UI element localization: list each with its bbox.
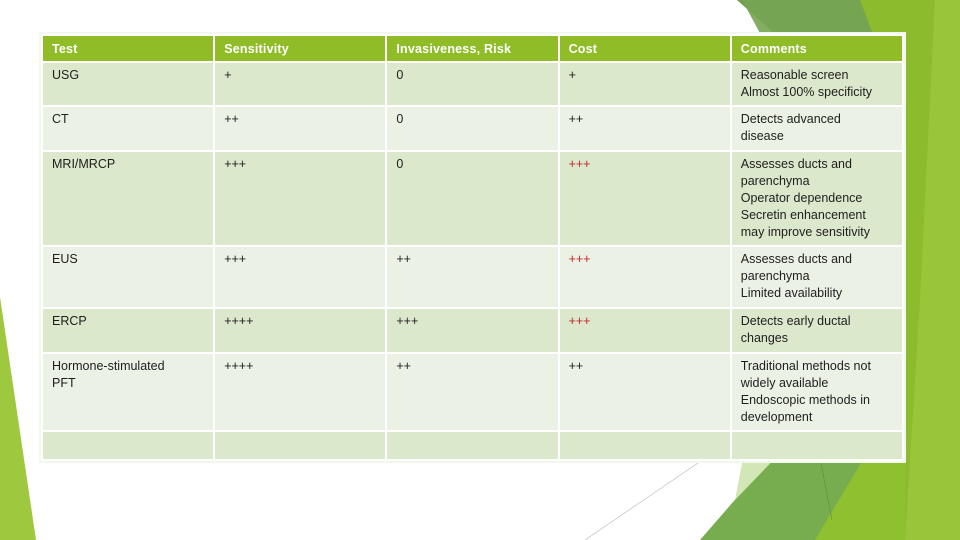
cell-comments: Traditional methods not widely available… — [731, 354, 902, 430]
cell-invasiveness: ++ — [387, 354, 558, 430]
cell-comments: Reasonable screen Almost 100% specificit… — [731, 63, 902, 105]
slide: Test Sensitivity Invasiveness, Risk Cost… — [0, 0, 960, 540]
header-sensitivity: Sensitivity — [215, 36, 386, 61]
cell-sensitivity: +++ — [215, 152, 386, 245]
cell-sensitivity: ++++ — [215, 354, 386, 430]
cell-sensitivity: +++ — [215, 247, 386, 307]
cell-test: USG — [43, 63, 214, 105]
deco-left-triangle — [0, 297, 36, 540]
cell-comments: Detects advanced disease — [731, 107, 902, 150]
cell-invasiveness: +++ — [387, 309, 558, 352]
cell-cost: ++ — [559, 354, 730, 430]
header-comments: Comments — [731, 36, 902, 61]
table-row: EUS +++ ++ +++ Assesses ducts and parenc… — [43, 247, 902, 307]
table-row: MRI/MRCP +++ 0 +++ Assesses ducts and pa… — [43, 152, 902, 245]
cell-comments: Detects early ductal changes — [731, 309, 902, 352]
cell-invasiveness: ++ — [387, 247, 558, 307]
cell-test: Hormone-stimulated PFT — [43, 354, 214, 430]
cell-test: MRI/MRCP — [43, 152, 214, 245]
comparison-table-container: Test Sensitivity Invasiveness, Risk Cost… — [39, 32, 906, 463]
cell-cost-highlighted: +++ — [559, 309, 730, 352]
cell-test: EUS — [43, 247, 214, 307]
cell-test: ERCP — [43, 309, 214, 352]
cell-comments: Assesses ducts and parenchyma Operator d… — [731, 152, 902, 245]
cell-sensitivity — [215, 432, 386, 459]
table-row: ERCP ++++ +++ +++ Detects early ductal c… — [43, 309, 902, 352]
header-cost: Cost — [559, 36, 730, 61]
cell-cost-highlighted: +++ — [559, 247, 730, 307]
cell-invasiveness: 0 — [387, 152, 558, 245]
cell-invasiveness: 0 — [387, 107, 558, 150]
table-row: CT ++ 0 ++ Detects advanced disease — [43, 107, 902, 150]
cell-comments — [731, 432, 902, 459]
header-test: Test — [43, 36, 214, 61]
cell-cost: ++ — [559, 107, 730, 150]
cell-invasiveness: 0 — [387, 63, 558, 105]
cell-sensitivity: ++ — [215, 107, 386, 150]
cell-sensitivity: + — [215, 63, 386, 105]
cell-sensitivity: ++++ — [215, 309, 386, 352]
cell-cost: + — [559, 63, 730, 105]
table-row: Hormone-stimulated PFT ++++ ++ ++ Tradit… — [43, 354, 902, 430]
table-header-row: Test Sensitivity Invasiveness, Risk Cost… — [43, 36, 902, 61]
cell-comments: Assesses ducts and parenchyma Limited av… — [731, 247, 902, 307]
cell-test — [43, 432, 214, 459]
cell-cost-highlighted: +++ — [559, 152, 730, 245]
cell-invasiveness — [387, 432, 558, 459]
cell-cost — [559, 432, 730, 459]
cell-test: CT — [43, 107, 214, 150]
header-invasiveness-risk: Invasiveness, Risk — [387, 36, 558, 61]
table-row-empty — [43, 432, 902, 459]
diagnostic-tests-comparison-table: Test Sensitivity Invasiveness, Risk Cost… — [41, 34, 904, 461]
table-row: USG + 0 + Reasonable screen Almost 100% … — [43, 63, 902, 105]
